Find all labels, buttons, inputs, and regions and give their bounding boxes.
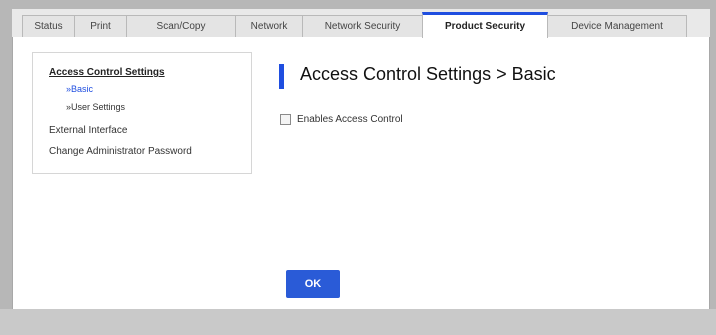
tab-label: Product Security — [444, 21, 526, 32]
tab-label: Device Management — [571, 21, 663, 32]
tab-scan-copy[interactable]: Scan/Copy — [126, 15, 236, 37]
tab-network[interactable]: Network — [235, 15, 303, 37]
app-window: Status Print Scan/Copy Network Network S… — [0, 0, 716, 335]
sidebar-item-change-admin-password[interactable]: Change Administrator Password — [49, 146, 192, 157]
tab-network-security[interactable]: Network Security — [302, 15, 423, 37]
enable-access-control-row: Enables Access Control — [280, 114, 403, 125]
tab-bar: Status Print Scan/Copy Network Network S… — [12, 9, 710, 38]
enable-access-control-checkbox[interactable] — [280, 114, 291, 125]
content-panel: Access Control Settings »Basic »User Set… — [12, 37, 710, 309]
tab-product-security[interactable]: Product Security — [422, 12, 548, 38]
title-accent-bar — [279, 64, 284, 89]
enable-access-control-label: Enables Access Control — [297, 114, 403, 125]
page-title: Access Control Settings > Basic — [300, 64, 556, 84]
sidebar-item-access-control-settings[interactable]: Access Control Settings — [49, 67, 165, 78]
sidebar-item-external-interface[interactable]: External Interface — [49, 125, 127, 136]
tab-print[interactable]: Print — [74, 15, 127, 37]
tab-label: Scan/Copy — [156, 21, 206, 32]
bottom-bar — [0, 309, 716, 335]
tab-label: Network — [250, 21, 288, 32]
tab-device-management[interactable]: Device Management — [547, 15, 687, 37]
sidebar-item-user-settings[interactable]: »User Settings — [66, 102, 125, 112]
sidebar: Access Control Settings »Basic »User Set… — [32, 52, 252, 174]
ok-button[interactable]: OK — [286, 270, 340, 298]
tab-label: Print — [90, 21, 111, 32]
tab-label: Status — [34, 21, 63, 32]
sidebar-item-basic[interactable]: »Basic — [66, 84, 93, 94]
tab-label: Network Security — [324, 21, 401, 32]
tab-status[interactable]: Status — [22, 15, 75, 37]
